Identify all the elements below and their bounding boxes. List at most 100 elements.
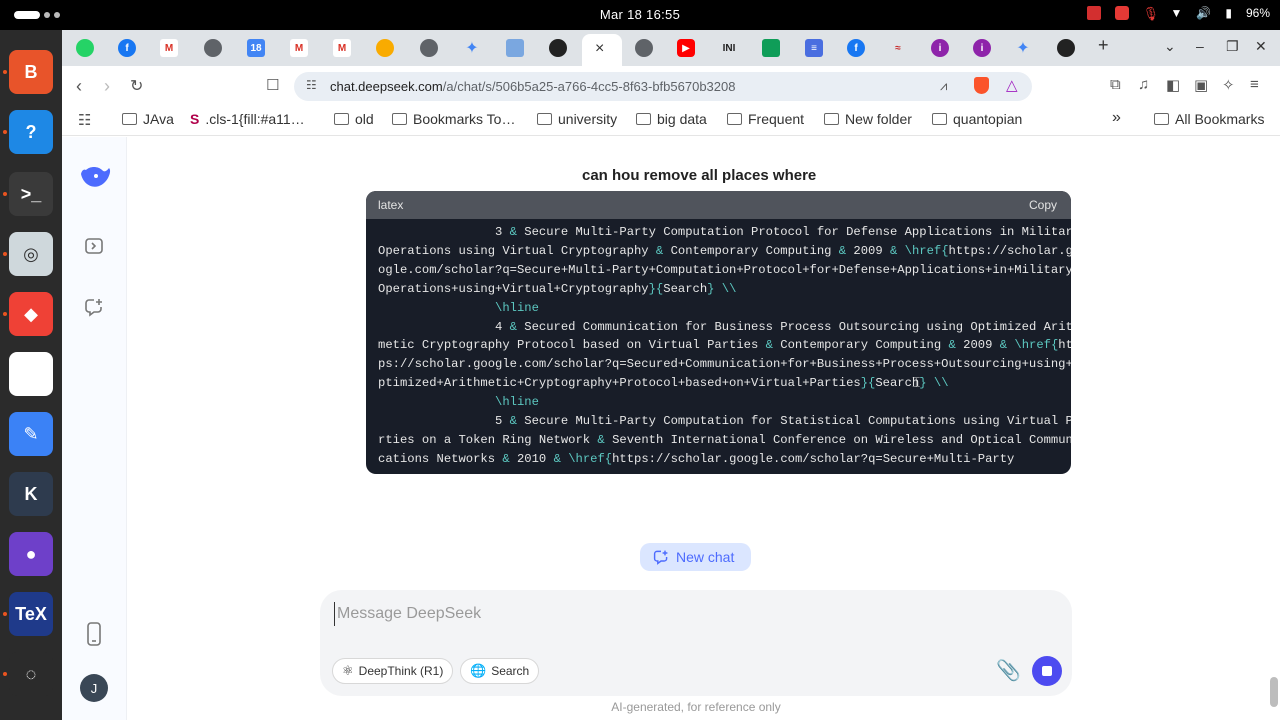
- bookmark-big-data[interactable]: big data: [636, 111, 707, 127]
- apps-grid-icon[interactable]: ☷: [78, 111, 91, 129]
- folder-icon: [537, 113, 552, 125]
- stop-generation-button[interactable]: [1032, 656, 1062, 686]
- chatgpt-tab-icon[interactable]: [549, 39, 567, 57]
- maximize-icon[interactable]: ❐: [1226, 38, 1239, 55]
- dock-texstudio-icon[interactable]: TeX: [9, 592, 53, 636]
- microphone-icon[interactable]: 🎙: [1143, 6, 1160, 21]
- extensions-icon[interactable]: ⧉: [1110, 76, 1121, 93]
- bookmark-old[interactable]: old: [334, 111, 374, 127]
- youtube-tab-icon[interactable]: ▶: [677, 39, 695, 57]
- screen-record-icon[interactable]: [1114, 6, 1129, 20]
- dock-sketch-icon[interactable]: [9, 352, 53, 396]
- code-line: \hline: [495, 300, 539, 315]
- calendar-tab-icon[interactable]: 18: [247, 39, 265, 57]
- url-text[interactable]: chat.deepseek.com/a/chat/s/506b5a25-a766…: [330, 79, 735, 94]
- copy-button[interactable]: Copy: [1029, 198, 1057, 212]
- site-info-icon[interactable]: ☷: [306, 78, 317, 92]
- scrollbar[interactable]: [1270, 677, 1278, 707]
- deepseek-logo-icon[interactable]: [78, 163, 112, 193]
- address-bar[interactable]: ☷ chat.deepseek.com/a/chat/s/506b5a25-a7…: [294, 72, 1032, 101]
- dock-image-viewer-icon[interactable]: ◎: [9, 232, 53, 276]
- system-top-bar: Mar 18 16:55 🎙 ▼ 🔊 ▮ 96%: [0, 0, 1280, 30]
- globe-tab-icon[interactable]: [635, 39, 653, 57]
- folder-icon: [334, 113, 349, 125]
- avatar[interactable]: J: [80, 674, 108, 702]
- media-icon[interactable]: ♫: [1138, 76, 1149, 93]
- info-tab-icon[interactable]: i: [931, 39, 949, 57]
- wifi-icon[interactable]: ▼: [1171, 6, 1183, 20]
- dock-anydesk-icon[interactable]: ◆: [9, 292, 53, 336]
- forward-icon[interactable]: ›: [104, 76, 110, 97]
- close-tab-icon[interactable]: ×: [595, 40, 604, 58]
- facebook-tab-icon[interactable]: f: [847, 39, 865, 57]
- bookmark-frequent[interactable]: Frequent: [727, 111, 804, 127]
- new-chat-button[interactable]: New chat: [640, 543, 751, 571]
- bookmark-star-icon[interactable]: ☐: [266, 76, 279, 94]
- all-bookmarks[interactable]: All Bookmarks: [1154, 111, 1264, 127]
- bookmark-bookmarks-to[interactable]: Bookmarks To…: [392, 111, 515, 127]
- running-indicator: [3, 192, 7, 196]
- search-button[interactable]: 🌐 Search: [460, 658, 540, 684]
- bank-tab-icon[interactable]: ≈: [889, 39, 907, 57]
- deepthink-button[interactable]: ⚛ DeepThink (R1): [332, 658, 454, 684]
- dock-terminal-icon[interactable]: >_: [9, 172, 53, 216]
- dock-help-icon[interactable]: ?: [9, 110, 53, 154]
- dock-brave-icon[interactable]: B: [9, 50, 53, 94]
- close-window-icon[interactable]: ✕: [1255, 38, 1267, 55]
- new-tab-button[interactable]: +: [1098, 35, 1109, 56]
- wallet-icon[interactable]: ▣: [1194, 76, 1208, 94]
- bookmark-new-folder[interactable]: New folder: [824, 111, 912, 127]
- docs-tab-icon[interactable]: ≡: [805, 39, 823, 57]
- whatsapp-tab-icon[interactable]: [76, 39, 94, 57]
- system-tray[interactable]: 🎙 ▼ 🔊 ▮ 96%: [1086, 6, 1270, 21]
- news-tab-icon[interactable]: INI: [720, 39, 738, 57]
- brave-shield-icon[interactable]: [974, 77, 989, 94]
- minimize-icon[interactable]: –: [1196, 38, 1204, 54]
- bookmarks-bar: ☷ JAva S .cls-1{fill:#a11… old Bookmarks …: [62, 106, 1280, 136]
- gemini-tab-icon[interactable]: ✦: [463, 39, 481, 57]
- dock-kangaroo-icon[interactable]: K: [9, 472, 53, 516]
- gmail-tab-icon[interactable]: M: [160, 39, 178, 57]
- open-sidebar-icon[interactable]: [82, 234, 106, 258]
- code-line: 4 & Secured Communication for Business P…: [378, 319, 1071, 334]
- bookmark-label: Frequent: [748, 111, 805, 127]
- gmail-tab-icon[interactable]: M: [290, 39, 308, 57]
- bookmark-cls[interactable]: S .cls-1{fill:#a11…: [190, 111, 305, 127]
- active-tab[interactable]: ×: [582, 34, 622, 66]
- bookmark-university[interactable]: university: [537, 111, 617, 127]
- reload-icon[interactable]: ↻: [130, 76, 143, 96]
- share-icon[interactable]: ⩘: [940, 78, 947, 94]
- facebook-tab-icon[interactable]: f: [118, 39, 136, 57]
- mobile-app-icon[interactable]: [82, 622, 106, 646]
- dock-text-editor-icon[interactable]: ✎: [9, 412, 53, 456]
- code-content[interactable]: 3 & Secure Multi-Party Computation Proto…: [366, 219, 1071, 469]
- menu-icon[interactable]: ≡: [1250, 76, 1259, 93]
- sidebar-icon[interactable]: ◧: [1166, 76, 1180, 94]
- tab-search-icon[interactable]: ⌄: [1164, 38, 1176, 55]
- search-label: Search: [491, 664, 530, 678]
- leo-ai-icon[interactable]: ✧: [1222, 76, 1235, 94]
- colab-tab-icon[interactable]: [376, 39, 394, 57]
- bookmark-quantopian[interactable]: quantopian: [932, 111, 1022, 127]
- code-block: latex Copy 3 & Secure Multi-Party Comput…: [366, 191, 1071, 474]
- gmail-tab-icon[interactable]: M: [333, 39, 351, 57]
- globe-tab-icon[interactable]: [204, 39, 222, 57]
- gemini-tab-icon[interactable]: ✦: [1014, 39, 1032, 57]
- battery-icon[interactable]: ▮: [1225, 6, 1232, 20]
- globe-tab-icon[interactable]: [420, 39, 438, 57]
- volume-icon[interactable]: 🔊: [1196, 6, 1211, 20]
- dock-ubuntu-icon[interactable]: ◌: [9, 652, 53, 696]
- back-icon[interactable]: ‹: [76, 76, 82, 97]
- dock-github-icon[interactable]: ●: [9, 532, 53, 576]
- info-tab-icon[interactable]: i: [973, 39, 991, 57]
- camera-indicator-icon[interactable]: [1086, 6, 1101, 20]
- drive-tab-icon[interactable]: [762, 39, 780, 57]
- new-chat-icon[interactable]: [82, 295, 106, 319]
- bookmark-java[interactable]: JAva: [122, 111, 174, 127]
- chatgpt-tab-icon[interactable]: [1057, 39, 1075, 57]
- trello-tab-icon[interactable]: [506, 39, 524, 57]
- brave-rewards-icon[interactable]: △: [1006, 76, 1018, 94]
- attach-icon[interactable]: 📎: [996, 658, 1021, 683]
- more-bookmarks-button[interactable]: »: [1112, 109, 1121, 127]
- message-input[interactable]: [334, 602, 934, 626]
